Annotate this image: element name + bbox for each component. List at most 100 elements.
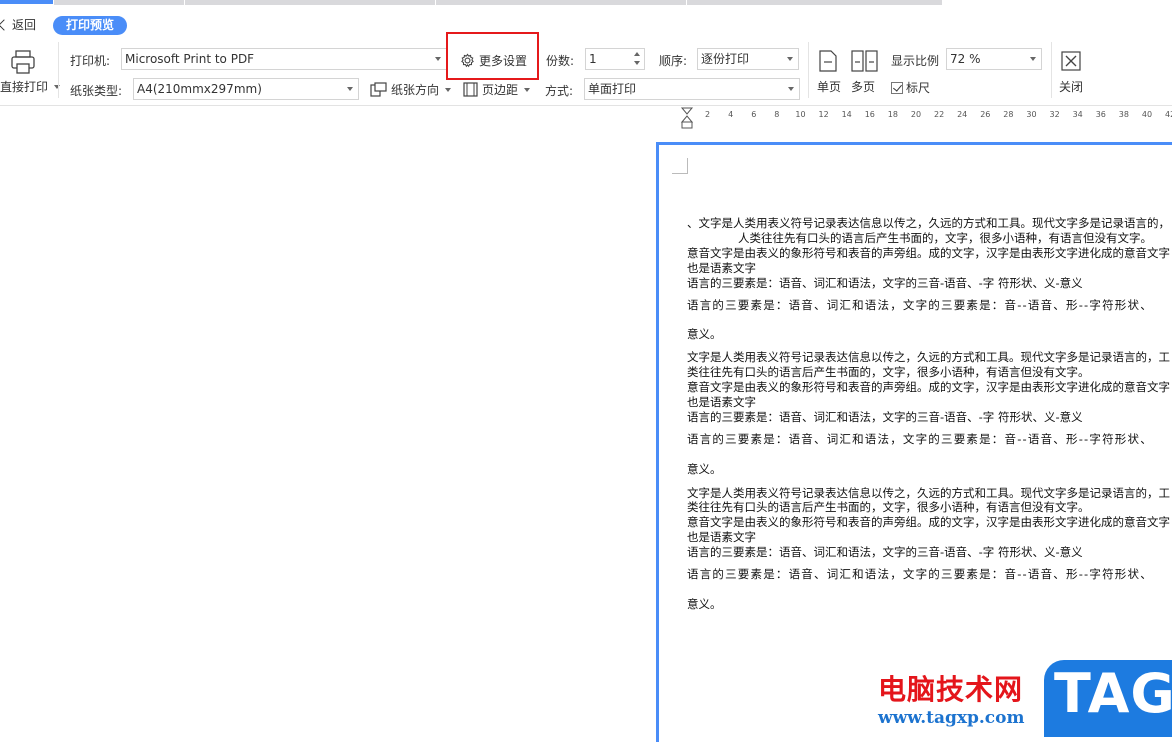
single-page-button[interactable]: 单页 <box>817 78 841 95</box>
ruler-tick-label: 42 <box>1165 110 1172 119</box>
preview-background <box>0 107 656 737</box>
ruler-tick-label: 2 <box>705 110 711 119</box>
paper-type-value: A4(210mmx297mm) <box>137 82 262 96</box>
doc-line: 人类往往先有口头的语言后产生书面的，文字，很多小语种，有语言但没有文字。 <box>738 231 1152 245</box>
orientation-label: 纸张方向 <box>391 83 440 97</box>
direct-print-button[interactable]: 直接打印 <box>0 78 61 95</box>
order-label: 顺序: <box>659 54 688 68</box>
paper-orientation-button[interactable]: 纸张方向 <box>370 81 452 98</box>
print-mode-value: 单面打印 <box>588 82 637 96</box>
ruler-tick-label: 18 <box>887 110 898 119</box>
ruler-tick-label: 4 <box>728 110 734 119</box>
ruler-tick-label: 38 <box>1118 110 1129 119</box>
ruler-tick-label: 34 <box>1072 110 1083 119</box>
dropdown-arrow-icon <box>524 87 531 92</box>
doc-line: 语言的三要素是：语音、词汇和语法，文字的三要素是：音--语音、形--字符形状、 <box>687 567 1153 581</box>
indent-marker-icon[interactable] <box>680 106 694 130</box>
copies-stepper[interactable]: 1 <box>585 48 645 70</box>
watermark-logo: TAG <box>1044 660 1172 737</box>
ruler-tick-label: 28 <box>1003 110 1014 119</box>
chevron-down-icon <box>787 57 793 61</box>
ruler-tick-label: 14 <box>841 110 852 119</box>
single-page-icon[interactable] <box>818 50 838 75</box>
ruler-tick-label: 22 <box>934 110 945 119</box>
ruler-tick-label: 40 <box>1141 110 1153 119</box>
watermark-badge-text: TAG <box>1054 662 1172 725</box>
direct-print-label: 直接打印 <box>0 80 49 94</box>
doc-line: 语言的三要素是：语音、词汇和语法，文字的三音-语音、-字 符形状、义-意义 <box>687 410 1083 424</box>
paper-type-select[interactable]: A4(210mmx297mm) <box>133 78 359 100</box>
increment-icon[interactable] <box>634 52 640 56</box>
doc-line: 意音文字是由表义的象形符号和表音的声旁组。成的文字，汉字是由表形文字进化成的意音… <box>687 246 1170 260</box>
close-icon[interactable] <box>1061 51 1081 74</box>
zoom-select[interactable]: 72 % <box>946 48 1042 70</box>
copies-value: 1 <box>589 52 597 66</box>
close-button[interactable]: 关闭 <box>1059 78 1083 95</box>
printer-label: 打印机: <box>70 54 111 68</box>
ruler-tick-label: 26 <box>980 110 991 119</box>
doc-line: 语言的三要素是：语音、词汇和语法，文字的三音-语音、-字 符形状、义-意义 <box>687 276 1083 290</box>
mode-label: 方式: <box>545 84 574 98</box>
tab-strip-segment <box>436 0 686 5</box>
watermark-url: www.tagxp.com <box>878 708 1025 728</box>
margins-button[interactable]: 页边距 <box>463 81 531 98</box>
ruler-tick-label: 36 <box>1095 110 1106 119</box>
dropdown-arrow-icon <box>445 87 452 92</box>
doc-line: 也是语素文字 <box>687 395 756 409</box>
printer-select[interactable]: Microsoft Print to PDF <box>121 48 447 70</box>
doc-line: 意义。 <box>687 597 722 611</box>
order-select[interactable]: 逐份打印 <box>697 48 799 70</box>
doc-line: 语言的三要素是：语音、词汇和语法，文字的三要素是：音--语音、形--字符形状、 <box>687 432 1153 446</box>
chevron-down-icon <box>1030 57 1036 61</box>
ruler-tick-label: 16 <box>864 110 875 119</box>
print-mode-select[interactable]: 单面打印 <box>584 78 800 100</box>
doc-line: 意义。 <box>687 462 722 476</box>
paper-type-label: 纸张类型: <box>70 84 123 98</box>
doc-line: 意音文字是由表义的象形符号和表音的声旁组。成的文字，汉字是由表形文字进化成的意音… <box>687 380 1170 394</box>
printer-icon[interactable] <box>8 49 40 75</box>
chevron-down-icon <box>435 57 441 61</box>
back-label: 返回 <box>12 18 37 32</box>
back-button[interactable]: 返回 <box>0 16 36 33</box>
decrement-icon[interactable] <box>634 61 640 65</box>
chevron-down-icon <box>347 87 353 91</box>
ruler-tick-label: 6 <box>751 110 757 119</box>
doc-line: 语言的三要素是：语音、词汇和语法，文字的三要素是：音--语音、形--字符形状、 <box>687 298 1153 312</box>
doc-line: 文字是人类用表义符号记录表达信息以传之，久远的方式和工具。现代文字多是记录语言的… <box>687 486 1170 500</box>
ruler-tick-label: 30 <box>1026 110 1037 119</box>
doc-line: 文字是人类用表义符号记录表达信息以传之，久远的方式和工具。现代文字多是记录语言的… <box>687 350 1170 364</box>
ruler-checkbox[interactable]: 标尺 <box>891 79 930 96</box>
ruler-tick-label: 12 <box>818 110 829 119</box>
orientation-icon <box>370 82 387 97</box>
tab-strip-segment <box>185 0 435 5</box>
multi-page-button[interactable]: 多页 <box>851 78 875 95</box>
divider <box>58 42 59 98</box>
ruler-tick-label: 10 <box>795 110 806 119</box>
copies-label: 份数: <box>546 54 575 68</box>
margin-corner-mark <box>672 158 688 174</box>
doc-line: 类往往先有口头的语言后产生书面的，文字，很多小语种，有语言但没有文字。 <box>687 365 1090 379</box>
ruler-label: 标尺 <box>906 81 931 95</box>
doc-line: 、文字是人类用表义符号记录表达信息以传之，久远的方式和工具。现代文字多是记录语言… <box>687 216 1170 230</box>
printer-value: Microsoft Print to PDF <box>125 52 255 66</box>
ruler-tick-label: 32 <box>1049 110 1060 119</box>
checkbox-icon <box>891 81 903 94</box>
order-value: 逐份打印 <box>701 52 750 66</box>
doc-line: 也是语素文字 <box>687 530 756 544</box>
tab-strip-segment <box>54 0 184 5</box>
doc-line: 也是语素文字 <box>687 261 756 275</box>
margins-icon <box>463 82 478 97</box>
ruler-tick-label: 24 <box>957 110 968 119</box>
chevron-left-icon <box>0 18 10 31</box>
doc-line: 语言的三要素是：语音、词汇和语法，文字的三音-语音、-字 符形状、义-意义 <box>687 545 1083 559</box>
watermark-site-name: 电脑技术网 <box>878 673 1024 706</box>
print-preview-toolbar: 返回 打印预览 直接打印 打印机: Microsoft Print to PDF… <box>0 6 1172 106</box>
zoom-label: 显示比例 <box>891 54 940 68</box>
tab-strip-segment <box>687 0 942 5</box>
multi-page-icon[interactable] <box>851 50 879 75</box>
doc-line: 类往往先有口头的语言后产生书面的，文字，很多小语种，有语言但没有文字。 <box>687 500 1090 514</box>
print-preview-badge: 打印预览 <box>53 16 128 35</box>
divider <box>1051 42 1052 98</box>
doc-line: 意义。 <box>687 327 722 341</box>
margins-label: 页边距 <box>482 83 519 97</box>
